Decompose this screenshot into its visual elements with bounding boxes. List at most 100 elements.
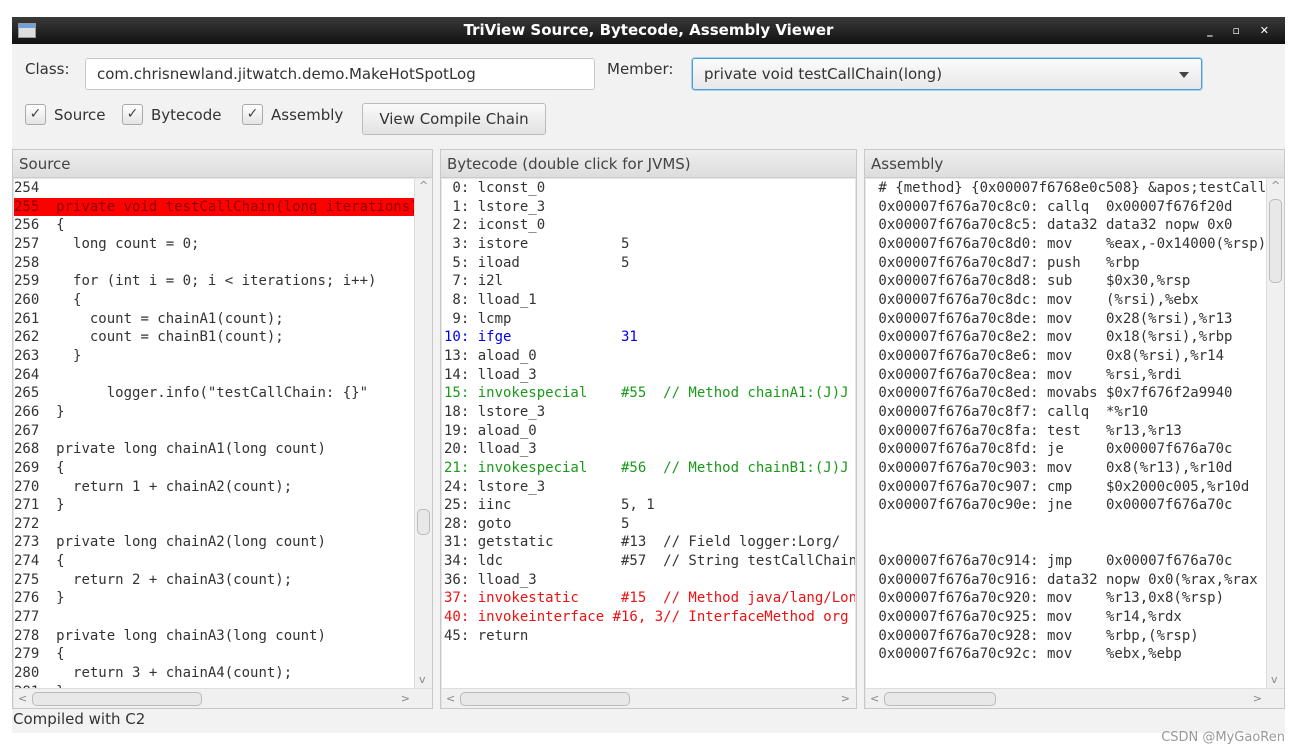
assembly-horizontal-scrollbar[interactable]: < >	[866, 688, 1284, 708]
assembly-list[interactable]: # {method} {0x00007f6768e0c508} &apos;te…	[866, 179, 1266, 688]
assembly-line[interactable]: 0x00007f676a70c928: mov %rbp,(%rsp)	[870, 627, 1266, 646]
bytecode-line[interactable]: 20: lload_3	[444, 440, 855, 459]
assembly-line[interactable]: 0x00007f676a70c8f7: callq *%r10	[870, 403, 1266, 422]
bytecode-line[interactable]: 0: lconst_0	[444, 179, 855, 198]
assembly-line[interactable]: 0x00007f676a70c8d7: push %rbp	[870, 254, 1266, 273]
assembly-line[interactable]: 0x00007f676a70c8ed: movabs $0x7f676f2a99…	[870, 384, 1266, 403]
bytecode-line[interactable]: 36: lload_3	[444, 571, 855, 590]
source-line[interactable]: 258	[14, 254, 414, 273]
bytecode-line[interactable]: 13: aload_0	[444, 347, 855, 366]
source-line[interactable]: 274 {	[14, 552, 414, 571]
bytecode-line[interactable]: 5: iload 5	[444, 254, 855, 273]
checkbox-assembly[interactable]: ✓ Assembly	[242, 104, 343, 125]
assembly-line[interactable]: 0x00007f676a70c8c5: data32 data32 nopw 0…	[870, 216, 1266, 235]
source-line[interactable]: 264	[14, 366, 414, 385]
bytecode-line[interactable]: 2: iconst_0	[444, 216, 855, 235]
window-controls[interactable]: _ ▫ ✕	[1207, 17, 1277, 44]
source-line[interactable]: 277	[14, 608, 414, 627]
bytecode-line[interactable]: 25: iinc 5, 1	[444, 496, 855, 515]
assembly-line[interactable]: 0x00007f676a70c903: mov 0x8(%r13),%r10d	[870, 459, 1266, 478]
bytecode-line[interactable]: 31: getstatic #13 // Field logger:Lorg/	[444, 533, 855, 552]
assembly-line[interactable]: 0x00007f676a70c8e2: mov 0x18(%rsi),%rbp	[870, 328, 1266, 347]
bytecode-line[interactable]: 19: aload_0	[444, 422, 855, 441]
bytecode-line[interactable]: 40: invokeinterface #16, 3// InterfaceMe…	[444, 608, 855, 627]
source-line[interactable]: 257 long count = 0;	[14, 235, 414, 254]
assembly-line[interactable]: 0x00007f676a70c8fa: test %r13,%r13	[870, 422, 1266, 441]
checkbox-source[interactable]: ✓ Source	[25, 104, 106, 125]
bytecode-list[interactable]: 0: lconst_0 1: lstore_3 2: iconst_0 3: i…	[442, 179, 855, 688]
bytecode-line[interactable]: 34: ldc #57 // String testCallChain	[444, 552, 855, 571]
line-number: 265	[14, 385, 40, 402]
source-line[interactable]: 256 {	[14, 216, 414, 235]
check-icon: ✓	[242, 104, 263, 125]
member-select[interactable]: private void testCallChain(long)	[692, 58, 1202, 90]
class-input[interactable]: com.chrisnewland.jitwatch.demo.MakeHotSp…	[85, 58, 595, 90]
source-line[interactable]: 280 return 3 + chainA4(count);	[14, 664, 414, 683]
assembly-line[interactable]: 0x00007f676a70c920: mov %r13,0x8(%rsp)	[870, 589, 1266, 608]
line-number: 256	[14, 217, 40, 234]
assembly-line[interactable]: 0x00007f676a70c925: mov %r14,%rdx	[870, 608, 1266, 627]
line-number: 280	[14, 665, 40, 682]
bytecode-line[interactable]: 1: lstore_3	[444, 198, 855, 217]
bytecode-line[interactable]: 7: i2l	[444, 272, 855, 291]
bytecode-line[interactable]: 3: istore 5	[444, 235, 855, 254]
source-line[interactable]: 269 {	[14, 459, 414, 478]
source-code[interactable]: 254 255 private void testCallChain(long i…	[14, 179, 414, 688]
bytecode-pane-title: Bytecode (double click for JVMS)	[441, 150, 856, 178]
assembly-line[interactable]: # {method} {0x00007f6768e0c508} &apos;te…	[870, 179, 1266, 198]
source-line[interactable]: 276 }	[14, 589, 414, 608]
assembly-line[interactable]: 0x00007f676a70c8d0: mov %eax,-0x14000(%r…	[870, 235, 1266, 254]
bytecode-line[interactable]: 28: goto 5	[444, 515, 855, 534]
assembly-line[interactable]: 0x00007f676a70c8e6: mov 0x8(%rsi),%r14	[870, 347, 1266, 366]
bytecode-line[interactable]: 18: lstore_3	[444, 403, 855, 422]
bytecode-line[interactable]: 9: lcmp	[444, 310, 855, 329]
bytecode-line[interactable]: 37: invokestatic #15 // Method java/lang…	[444, 589, 855, 608]
source-line[interactable]: 267	[14, 422, 414, 441]
assembly-line[interactable]: 0x00007f676a70c8c0: callq 0x00007f676f20…	[870, 198, 1266, 217]
source-line[interactable]: 260 {	[14, 291, 414, 310]
source-line[interactable]: 255 private void testCallChain(long iter…	[14, 197, 414, 217]
bytecode-line[interactable]: 10: ifge 31	[444, 328, 855, 347]
source-code-text: return 1 + chainA2(count);	[39, 478, 293, 495]
assembly-line[interactable]: 0x00007f676a70c90e: jne 0x00007f676a70c	[870, 496, 1266, 515]
source-horizontal-scrollbar[interactable]: < >	[14, 688, 432, 708]
assembly-line[interactable]: 0x00007f676a70c914: jmp 0x00007f676a70c	[870, 552, 1266, 571]
source-line[interactable]: 278 private long chainA3(long count)	[14, 627, 414, 646]
assembly-line[interactable]: 0x00007f676a70c92c: mov %ebx,%ebp	[870, 645, 1266, 664]
source-line[interactable]: 262 count = chainB1(count);	[14, 328, 414, 347]
bytecode-line[interactable]: 21: invokespecial #56 // Method chainB1:…	[444, 459, 855, 478]
assembly-vertical-scrollbar[interactable]: ^ v	[1266, 179, 1284, 688]
assembly-line[interactable]: 0x00007f676a70c916: data32 nopw 0x0(%rax…	[870, 571, 1266, 590]
source-line[interactable]: 261 count = chainA1(count);	[14, 310, 414, 329]
assembly-line[interactable]	[870, 533, 1266, 552]
checkbox-bytecode[interactable]: ✓ Bytecode	[122, 104, 221, 125]
bytecode-line[interactable]: 45: return	[444, 627, 855, 646]
source-line[interactable]: 254	[14, 179, 414, 198]
source-line[interactable]: 271 }	[14, 496, 414, 515]
watermark: CSDN @MyGaoRen	[1161, 730, 1285, 745]
bytecode-line[interactable]: 8: lload_1	[444, 291, 855, 310]
source-line[interactable]: 268 private long chainA1(long count)	[14, 440, 414, 459]
assembly-line[interactable]	[870, 515, 1266, 534]
source-line[interactable]: 272	[14, 515, 414, 534]
assembly-line[interactable]: 0x00007f676a70c907: cmp $0x2000c005,%r10…	[870, 478, 1266, 497]
view-compile-chain-button[interactable]: View Compile Chain	[362, 103, 546, 135]
source-vertical-scrollbar[interactable]: ^ v	[414, 179, 432, 688]
bytecode-line[interactable]: 14: lload_3	[444, 366, 855, 385]
assembly-line[interactable]: 0x00007f676a70c8ea: mov %rsi,%rdi	[870, 366, 1266, 385]
source-line[interactable]: 270 return 1 + chainA2(count);	[14, 478, 414, 497]
assembly-line[interactable]: 0x00007f676a70c8de: mov 0x28(%rsi),%r13	[870, 310, 1266, 329]
source-line[interactable]: 266 }	[14, 403, 414, 422]
bytecode-horizontal-scrollbar[interactable]: < >	[442, 688, 856, 708]
source-line[interactable]: 275 return 2 + chainA3(count);	[14, 571, 414, 590]
assembly-line[interactable]: 0x00007f676a70c8fd: je 0x00007f676a70c	[870, 440, 1266, 459]
source-line[interactable]: 259 for (int i = 0; i < iterations; i++)	[14, 272, 414, 291]
bytecode-line[interactable]: 15: invokespecial #55 // Method chainA1:…	[444, 384, 855, 403]
bytecode-line[interactable]: 24: lstore_3	[444, 478, 855, 497]
source-line[interactable]: 263 }	[14, 347, 414, 366]
assembly-line[interactable]: 0x00007f676a70c8d8: sub $0x30,%rsp	[870, 272, 1266, 291]
source-line[interactable]: 273 private long chainA2(long count)	[14, 533, 414, 552]
source-line[interactable]: 265 logger.info("testCallChain: {}"	[14, 384, 414, 403]
assembly-line[interactable]: 0x00007f676a70c8dc: mov (%rsi),%ebx	[870, 291, 1266, 310]
source-line[interactable]: 279 {	[14, 645, 414, 664]
